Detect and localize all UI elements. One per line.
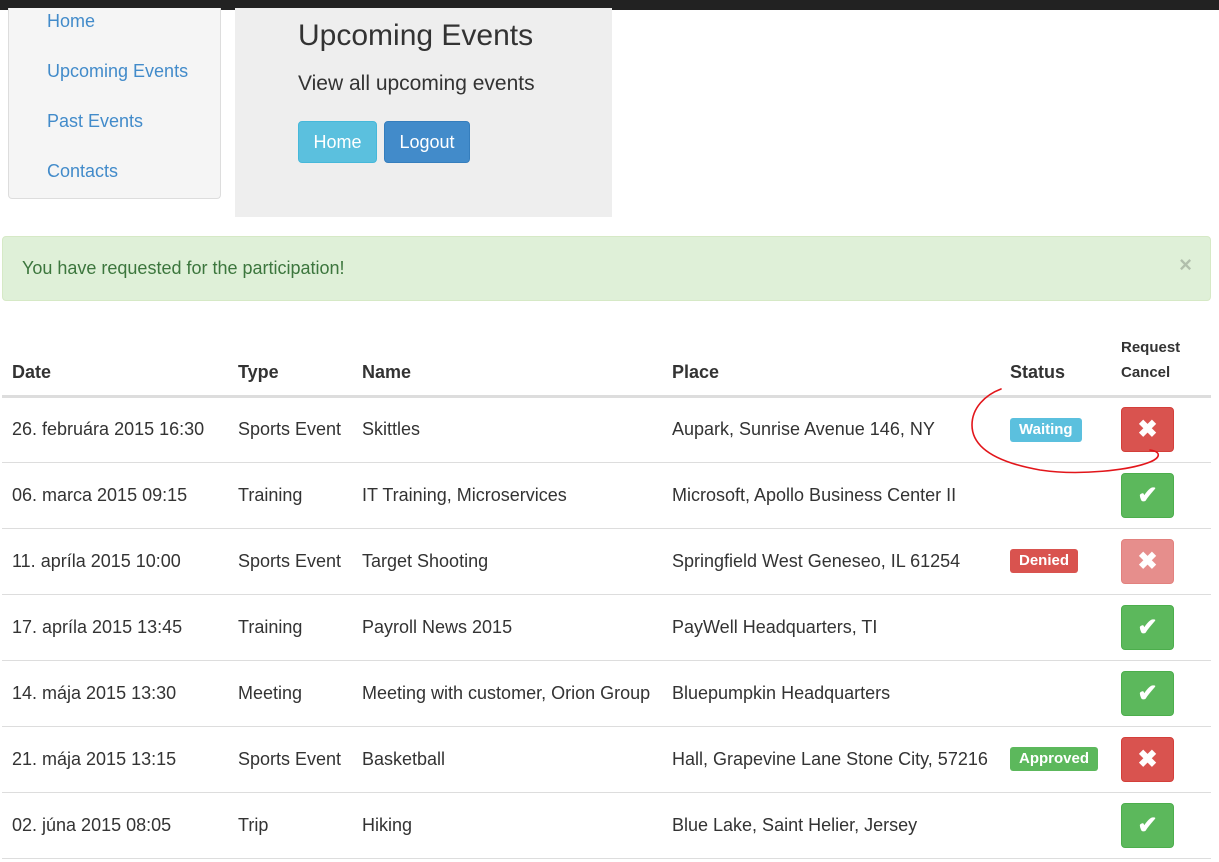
table-row: 21. mája 2015 13:15 Sports Event Basketbal… [2,726,1211,793]
event-place: Microsoft, Apollo Business Center II [662,462,1000,529]
check-icon: ✔ [1137,679,1158,707]
table-row: 26. februára 2015 16:30 Sports Event Skitt… [2,396,1211,463]
event-type: Meeting [228,660,352,727]
event-status-cell: Waiting [1000,396,1111,463]
event-date: 21. mája 2015 13:15 [2,726,228,793]
event-action-cell: ✔ [1111,660,1211,727]
event-action-cell: ✔ [1111,792,1211,859]
close-icon[interactable]: × [1179,254,1192,276]
event-name: Payroll News 2015 [352,594,662,661]
event-name: Meeting with customer, Orion Group [352,660,662,727]
event-type: Sports Event [228,396,352,463]
event-place: Hall, Grapevine Lane Stone City, 57216 [662,726,1000,793]
event-action-cell: ✔ [1111,594,1211,661]
status-badge: Waiting [1010,417,1082,442]
logout-button[interactable]: Logout [384,121,470,163]
event-name: IT Training, Microservices [352,462,662,529]
request-participation-button[interactable]: ✔ [1121,802,1174,848]
column-header-date: Date [2,330,228,398]
column-header-status: Status [1000,330,1111,398]
column-header-cancel: Cancel [1121,363,1171,381]
request-participation-button[interactable]: ✔ [1121,472,1174,518]
check-icon: ✔ [1137,613,1158,641]
nav-home-link[interactable]: Home [47,11,95,32]
event-status-cell [1000,462,1111,529]
event-status-cell [1000,792,1111,859]
request-participation-button[interactable]: ✔ [1121,670,1174,716]
events-table: Date Type Name Place Status Request Canc… [2,330,1211,859]
event-type: Sports Event [228,528,352,595]
home-button[interactable]: Home [298,121,377,163]
nav-upcoming-events-link[interactable]: Upcoming Events [47,61,188,82]
column-header-type: Type [228,330,352,398]
close-icon: ✖ [1137,416,1158,443]
cancel-request-button: ✖ [1121,538,1174,584]
check-icon: ✔ [1137,481,1158,509]
status-badge: Approved [1010,747,1099,771]
event-type: Sports Event [228,726,352,793]
event-action-cell: ✖ [1111,396,1211,463]
event-action-cell: ✖ [1111,726,1211,793]
request-participation-button[interactable]: ✔ [1121,604,1174,650]
page-title: Upcoming Events [298,19,534,52]
event-name: Basketball [352,726,662,793]
event-type: Training [228,462,352,529]
event-place: PayWell Headquarters, TI [662,594,1000,661]
table-row: 06. marca 2015 09:15 Training IT Training,… [2,462,1211,529]
alert-message: You have requested for the participation… [22,258,345,278]
event-status-cell [1000,660,1111,727]
column-header-place: Place [662,330,1000,398]
event-date: 11. apríla 2015 10:00 [2,528,228,595]
sidebar-nav: Home Upcoming Events Past Events Contact… [8,8,221,199]
success-alert: You have requested for the participation… [2,236,1211,301]
event-date: 14. mája 2015 13:30 [2,660,228,727]
close-icon: ✖ [1137,745,1158,773]
event-place: Springfield West Geneseo, IL 61254 [662,528,1000,595]
event-action-cell: ✖ [1111,528,1211,595]
event-place: Blue Lake, Saint Helier, Jersey [662,792,1000,859]
event-type: Training [228,594,352,661]
status-badge: Denied [1010,549,1079,573]
event-name: Skittles [352,396,662,463]
event-action-cell: ✔ [1111,462,1211,529]
check-icon: ✔ [1137,811,1158,839]
page-subtitle: View all upcoming events [298,72,535,95]
column-header-request-cancel: Request Cancel [1111,330,1211,398]
cancel-request-button[interactable]: ✖ [1121,407,1174,452]
event-status-cell: Denied [1000,528,1111,595]
event-name: Target Shooting [352,528,662,595]
cancel-request-button[interactable]: ✖ [1121,736,1174,782]
event-date: 17. apríla 2015 13:45 [2,594,228,661]
column-header-name: Name [352,330,662,398]
table-header-row: Date Type Name Place Status Request Canc… [2,330,1211,398]
event-date: 06. marca 2015 09:15 [2,462,228,529]
event-status-cell: Approved [1000,726,1111,793]
nav-contacts-link[interactable]: Contacts [47,161,118,182]
close-icon: ✖ [1137,547,1158,575]
table-row: 11. apríla 2015 10:00 Sports Event Target … [2,528,1211,595]
table-row: 17. apríla 2015 13:45 Training Payroll New… [2,594,1211,661]
page-header: Upcoming Events View all upcoming events… [235,8,612,217]
column-header-request: Request [1121,338,1181,356]
event-date: 02. júna 2015 08:05 [2,792,228,859]
event-status-cell [1000,594,1111,661]
event-date: 26. februára 2015 16:30 [2,396,228,463]
nav-past-events-link[interactable]: Past Events [47,111,143,132]
event-type: Trip [228,792,352,859]
event-place: Bluepumpkin Headquarters [662,660,1000,727]
event-place: Aupark, Sunrise Avenue 146, NY [662,396,1000,463]
table-row: 02. júna 2015 08:05 Trip Hiking Blue Lake, … [2,792,1211,859]
table-row: 14. mája 2015 13:30 Meeting Meeting with c… [2,660,1211,727]
event-name: Hiking [352,792,662,859]
